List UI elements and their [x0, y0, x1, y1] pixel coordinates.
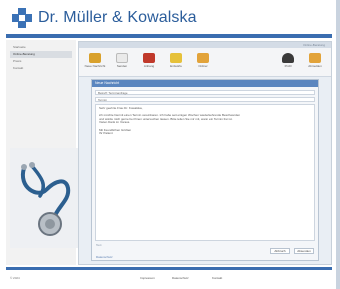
subject-field[interactable]: Betreff: Terminanfrage	[95, 90, 315, 95]
body-line: Sehr geehrte Frau Dr. Kowalska,	[99, 106, 143, 110]
folder-button[interactable]: Ordner	[190, 51, 216, 73]
profile-button[interactable]: Profil	[275, 51, 301, 73]
attach-button[interactable]: Anhang	[136, 51, 162, 73]
body-line: Vielen Dank im Voraus.	[99, 120, 131, 125]
brand-title: Dr. Müller & Kowalska	[38, 9, 197, 26]
footer-link-impressum[interactable]: Impressum	[140, 276, 155, 280]
sidebar-item-praxis[interactable]: Praxis	[10, 58, 72, 65]
body-hint: Text	[96, 243, 102, 247]
topic-field[interactable]: Termin	[95, 97, 315, 102]
send-message-button[interactable]: Absenden	[294, 248, 314, 254]
page: Dr. Müller & Kowalska Startseite Online-…	[0, 0, 336, 289]
footer-link-datenschutz[interactable]: Datenschutz	[172, 276, 189, 280]
body-line: Ihr Patient	[99, 131, 113, 136]
new-message-icon	[89, 53, 101, 63]
sidebar-item-online-beratung[interactable]: Online-Beratung	[10, 51, 72, 58]
drafts-icon	[170, 53, 182, 63]
cancel-button[interactable]: Abbruch	[270, 248, 290, 254]
stethoscope-image	[10, 148, 78, 248]
profile-icon	[282, 53, 294, 63]
message-dialog: Neue Nachricht Betreff: Terminanfrage Te…	[91, 79, 319, 261]
footer-link-kontakt[interactable]: Kontakt	[212, 276, 222, 280]
drafts-button[interactable]: Entwürfe	[163, 51, 189, 73]
new-message-button[interactable]: Neue Nachricht	[82, 51, 108, 73]
folder-icon	[197, 53, 209, 63]
send-icon	[116, 53, 128, 63]
dialog-title: Neue Nachricht	[92, 80, 318, 87]
footer-bar	[6, 267, 332, 270]
app-title: Online-Beratung	[303, 43, 325, 47]
header-bar	[6, 34, 332, 38]
message-body-textarea[interactable]: Sehr geehrte Frau Dr. Kowalska, ich möch…	[95, 104, 315, 241]
app-window: Online-Beratung Neue Nachricht Senden An…	[78, 41, 332, 265]
logout-icon	[309, 53, 321, 63]
privacy-link[interactable]: Datenschutz	[96, 255, 113, 259]
attach-icon	[143, 53, 155, 63]
footer: © 2024 Impressum Datenschutz Kontakt	[6, 272, 332, 284]
copyright: © 2024	[10, 276, 20, 280]
send-button[interactable]: Senden	[109, 51, 135, 73]
sidebar: Startseite Online-Beratung Praxis Kontak…	[6, 40, 78, 265]
logout-button[interactable]: Abmelden	[302, 51, 328, 73]
toolbar: Neue Nachricht Senden Anhang Entwürfe Or…	[79, 48, 331, 77]
sidebar-item-kontakt[interactable]: Kontakt	[10, 65, 72, 72]
sidebar-item-start[interactable]: Startseite	[10, 44, 72, 51]
medical-cross-logo	[12, 8, 32, 28]
header: Dr. Müller & Kowalska	[0, 0, 336, 34]
